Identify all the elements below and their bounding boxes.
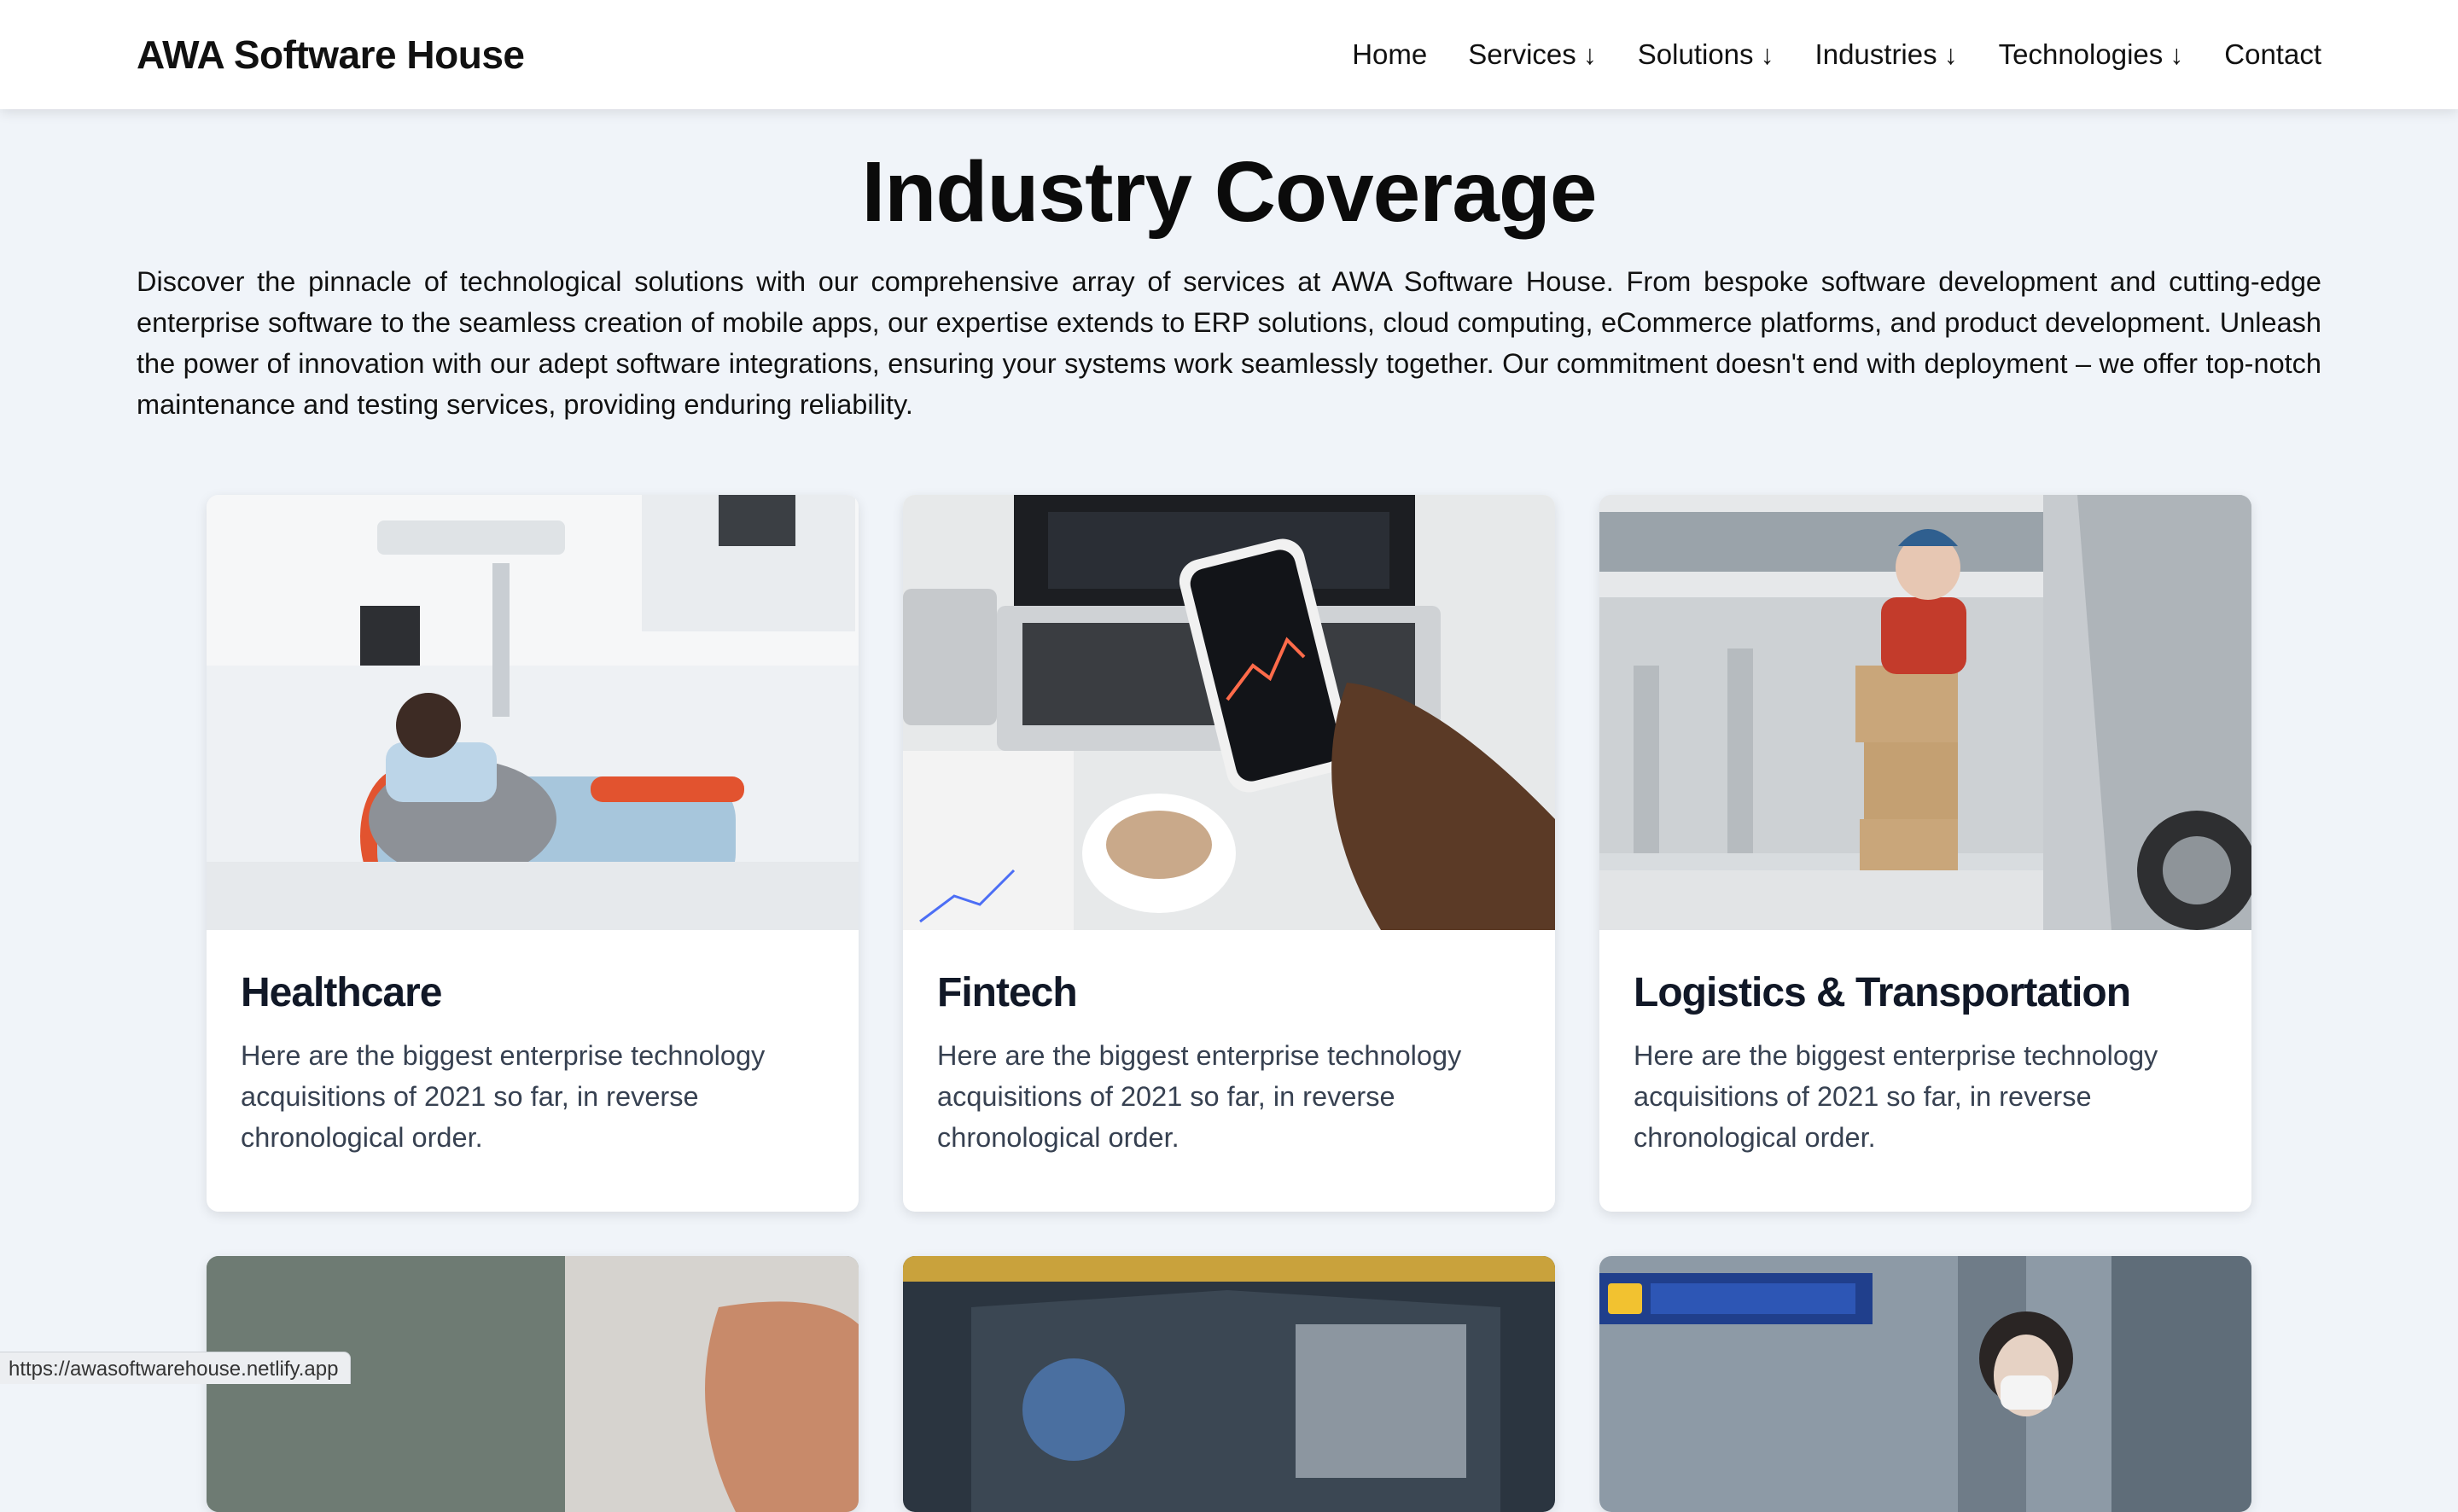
arrow-down-icon: ↓ [1943, 39, 1958, 70]
nav-technologies-label: Technologies [1998, 38, 2164, 70]
nav-solutions[interactable]: Solutions ↓ [1638, 38, 1774, 71]
nav-services-label: Services [1468, 38, 1576, 70]
top-navbar: AWA Software House Home Services ↓ Solut… [0, 0, 2458, 109]
industry-cards-grid: Healthcare Here are the biggest enterpri… [207, 495, 2251, 1512]
industry-image-5 [903, 1256, 1555, 1512]
nav-services[interactable]: Services ↓ [1468, 38, 1597, 71]
industry-card-healthcare[interactable]: Healthcare Here are the biggest enterpri… [207, 495, 859, 1212]
card-title: Logistics & Transportation [1634, 970, 2131, 1015]
card-title: Healthcare [241, 970, 442, 1015]
industry-card-6[interactable] [1599, 1256, 2251, 1512]
industry-image-6 [1599, 1256, 2251, 1512]
industry-image-4 [207, 1256, 859, 1512]
card-text: Here are the biggest enterprise technolo… [241, 1040, 766, 1153]
nav-technologies[interactable]: Technologies ↓ [1999, 38, 2184, 71]
nav-home-label: Home [1352, 38, 1428, 70]
nav-home[interactable]: Home [1352, 38, 1427, 71]
industry-card-fintech[interactable]: Fintech Here are the biggest enterprise … [903, 495, 1555, 1212]
arrow-down-icon: ↓ [1582, 39, 1597, 70]
intro-paragraph: Discover the pinnacle of technological s… [137, 266, 2321, 420]
nav-contact-label: Contact [2224, 38, 2321, 70]
status-url-tooltip: https://awasoftwarehouse.netlify.app [0, 1352, 352, 1384]
logistics-image [1599, 495, 2251, 930]
fintech-image [903, 495, 1555, 930]
nav-contact[interactable]: Contact [2224, 38, 2321, 71]
arrow-down-icon: ↓ [2170, 39, 2184, 70]
industry-card-logistics[interactable]: Logistics & Transportation Here are the … [1599, 495, 2251, 1212]
industry-card-5[interactable] [903, 1256, 1555, 1512]
nav-solutions-label: Solutions [1637, 38, 1754, 70]
healthcare-image [207, 495, 859, 930]
card-title: Fintech [937, 970, 1078, 1015]
nav-industries[interactable]: Industries ↓ [1815, 38, 1958, 71]
industry-card-4[interactable] [207, 1256, 859, 1512]
brand-logo-text[interactable]: AWA Software House [137, 32, 525, 78]
main-nav: Home Services ↓ Solutions ↓ Industries ↓… [1352, 38, 2321, 71]
card-text: Here are the biggest enterprise technolo… [1634, 1040, 2158, 1153]
nav-industries-label: Industries [1814, 38, 1937, 70]
card-text: Here are the biggest enterprise technolo… [937, 1040, 1462, 1153]
page-title: Industry Coverage [861, 144, 1597, 240]
arrow-down-icon: ↓ [1760, 39, 1774, 70]
